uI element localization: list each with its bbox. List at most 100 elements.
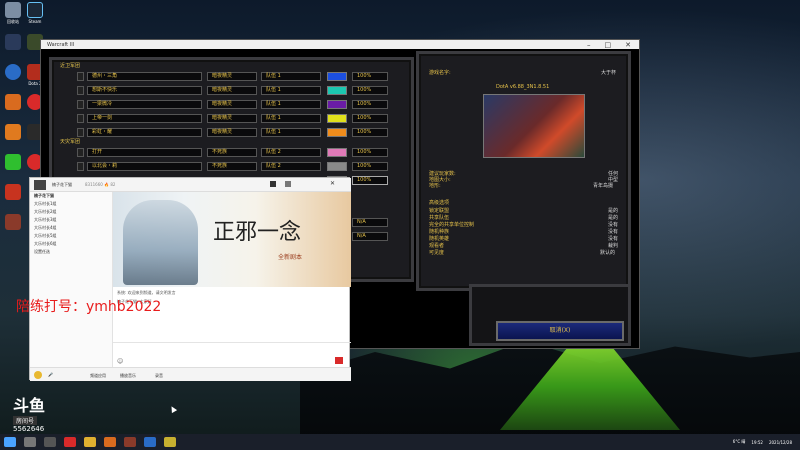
team2-label: 天灾军团: [60, 139, 81, 145]
race-select[interactable]: 暗夜精灵: [207, 86, 257, 95]
race-select[interactable]: 暗夜精灵: [207, 128, 257, 137]
adv-label: 完全的共享单位控制: [429, 222, 475, 228]
color-select[interactable]: [327, 86, 347, 95]
desktop-icon-app[interactable]: [2, 34, 24, 50]
player-slot-row[interactable]: 以北会・莉 不死族 队伍 2 100%: [77, 162, 397, 171]
search-icon[interactable]: [24, 437, 36, 447]
slot-checkbox[interactable]: [77, 128, 84, 137]
sidebar-item[interactable]: 大乐村长5组: [30, 232, 112, 240]
emoji-icon[interactable]: ☺: [117, 358, 123, 365]
slot-status[interactable]: N/A: [352, 218, 388, 227]
taskbar-app-icon[interactable]: [164, 437, 176, 447]
handicap-select[interactable]: 100%: [352, 114, 388, 123]
handicap-select[interactable]: 100%: [352, 72, 388, 81]
race-select[interactable]: 暗夜精灵: [207, 114, 257, 123]
player-name: 彩虹・耀: [87, 128, 202, 137]
desktop-icon-app[interactable]: [2, 94, 24, 110]
color-select[interactable]: [327, 72, 347, 81]
handicap-select[interactable]: 100%: [352, 176, 388, 185]
handicap-select[interactable]: 100%: [352, 128, 388, 137]
taskbar-app-icon[interactable]: [144, 437, 156, 447]
player-slot-row[interactable]: 打开 不死族 队伍 2 100%: [77, 148, 397, 157]
sidebar-item[interactable]: 设置任选: [30, 248, 112, 256]
sidebar-item[interactable]: 大乐村长4组: [30, 224, 112, 232]
sidebar-item[interactable]: 大乐村长2组: [30, 208, 112, 216]
desktop-icon-recycle-bin[interactable]: 回收站: [2, 2, 24, 24]
race-select[interactable]: 不死族: [207, 148, 257, 157]
taskbar-app-icon[interactable]: [64, 437, 76, 447]
player-slot-row[interactable]: 德州・三角 暗夜精灵 队伍 1 100%: [77, 72, 397, 81]
taskbar-app-icon[interactable]: [104, 437, 116, 447]
color-select[interactable]: [327, 148, 347, 157]
taskbar-app-icon[interactable]: [124, 437, 136, 447]
color-select[interactable]: [327, 162, 347, 171]
handicap-select[interactable]: 100%: [352, 148, 388, 157]
team-select[interactable]: 队伍 1: [261, 114, 321, 123]
mic-icon[interactable]: 🎤: [48, 372, 53, 377]
avatar[interactable]: [34, 180, 46, 190]
toolbar-tab[interactable]: 频道应用: [90, 373, 106, 379]
color-select[interactable]: [327, 128, 347, 137]
sidebar-item[interactable]: 大乐村长6组: [30, 240, 112, 248]
send-icon[interactable]: [335, 357, 343, 364]
sidebar-item[interactable]: 大乐村长1组: [30, 200, 112, 208]
close-icon[interactable]: ✕: [625, 41, 631, 49]
desktop-icon-steam[interactable]: Steam: [24, 2, 46, 24]
team-select[interactable]: 队伍 1: [261, 86, 321, 95]
toolbar-tab[interactable]: 播放音乐: [120, 373, 136, 379]
game-title-bar[interactable]: Warcraft III – □ ✕: [41, 40, 639, 49]
player-slot-row[interactable]: 一梁微冷 暗夜精灵 队伍 1 100%: [77, 100, 397, 109]
menu-icon[interactable]: [285, 181, 291, 187]
close-icon[interactable]: ✕: [330, 180, 335, 187]
voice-chat-window[interactable]: 楠子花下猫 8311660 🔥 82 ✕ 楠子花下猫 大乐村长1组 大乐村长2组…: [29, 177, 351, 381]
team-select[interactable]: 队伍 1: [261, 72, 321, 81]
slot-checkbox[interactable]: [77, 148, 84, 157]
desktop-icon-app[interactable]: [2, 64, 24, 80]
race-select[interactable]: 不死族: [207, 162, 257, 171]
team-select[interactable]: 队伍 2: [261, 148, 321, 157]
handicap-select[interactable]: 100%: [352, 86, 388, 95]
team-select[interactable]: 队伍 1: [261, 128, 321, 137]
taskbar-app-icon[interactable]: [84, 437, 96, 447]
clock-time[interactable]: 19:52: [751, 440, 763, 445]
info-label: 地形:: [429, 183, 441, 189]
sidebar-item[interactable]: 楠子花下猫: [30, 192, 112, 200]
start-icon[interactable]: [4, 437, 16, 447]
team-select[interactable]: 队伍 2: [261, 162, 321, 171]
player-slot-row[interactable]: 彩虹・耀 暗夜精灵 队伍 1 100%: [77, 128, 397, 137]
player-slot-row[interactable]: 想斯不快乐 暗夜精灵 队伍 1 100%: [77, 86, 397, 95]
toolbar-tab[interactable]: 录音: [155, 373, 163, 379]
team-select[interactable]: 队伍 1: [261, 100, 321, 109]
maximize-icon[interactable]: □: [605, 41, 612, 49]
adv-value: 是的: [608, 215, 619, 221]
slot-checkbox[interactable]: [77, 86, 84, 95]
adv-value: 没有: [608, 229, 619, 235]
sidebar-item[interactable]: 大乐村长3组: [30, 216, 112, 224]
task-view-icon[interactable]: [44, 437, 56, 447]
adv-label: 共享队伍: [429, 215, 450, 221]
handicap-select[interactable]: 100%: [352, 162, 388, 171]
slot-checkbox[interactable]: [77, 100, 84, 109]
desktop-icon-app[interactable]: [2, 184, 24, 200]
desktop-icon-app[interactable]: [2, 124, 24, 140]
race-select[interactable]: 暗夜精灵: [207, 72, 257, 81]
slot-checkbox[interactable]: [77, 114, 84, 123]
minimize-icon[interactable]: –: [587, 41, 591, 49]
slot-checkbox[interactable]: [77, 162, 84, 171]
slot-status[interactable]: N/A: [352, 232, 388, 241]
banner-character: [123, 200, 198, 285]
color-select[interactable]: [327, 100, 347, 109]
color-select[interactable]: [327, 114, 347, 123]
message-input[interactable]: ☺: [113, 342, 351, 367]
desktop-icon-app[interactable]: [2, 214, 24, 230]
handicap-select[interactable]: 100%: [352, 100, 388, 109]
race-select[interactable]: 暗夜精灵: [207, 100, 257, 109]
user-avatar[interactable]: [34, 371, 42, 379]
weather-text[interactable]: 6°C 晴: [733, 439, 746, 445]
home-icon[interactable]: [270, 181, 276, 187]
player-slot-row[interactable]: 上帝一剑 暗夜精灵 队伍 1 100%: [77, 114, 397, 123]
clock-date[interactable]: 2021/12/28: [769, 440, 792, 445]
desktop-icon-wechat[interactable]: [2, 154, 24, 170]
slot-checkbox[interactable]: [77, 72, 84, 81]
cancel-button[interactable]: 取消(X): [496, 321, 624, 341]
